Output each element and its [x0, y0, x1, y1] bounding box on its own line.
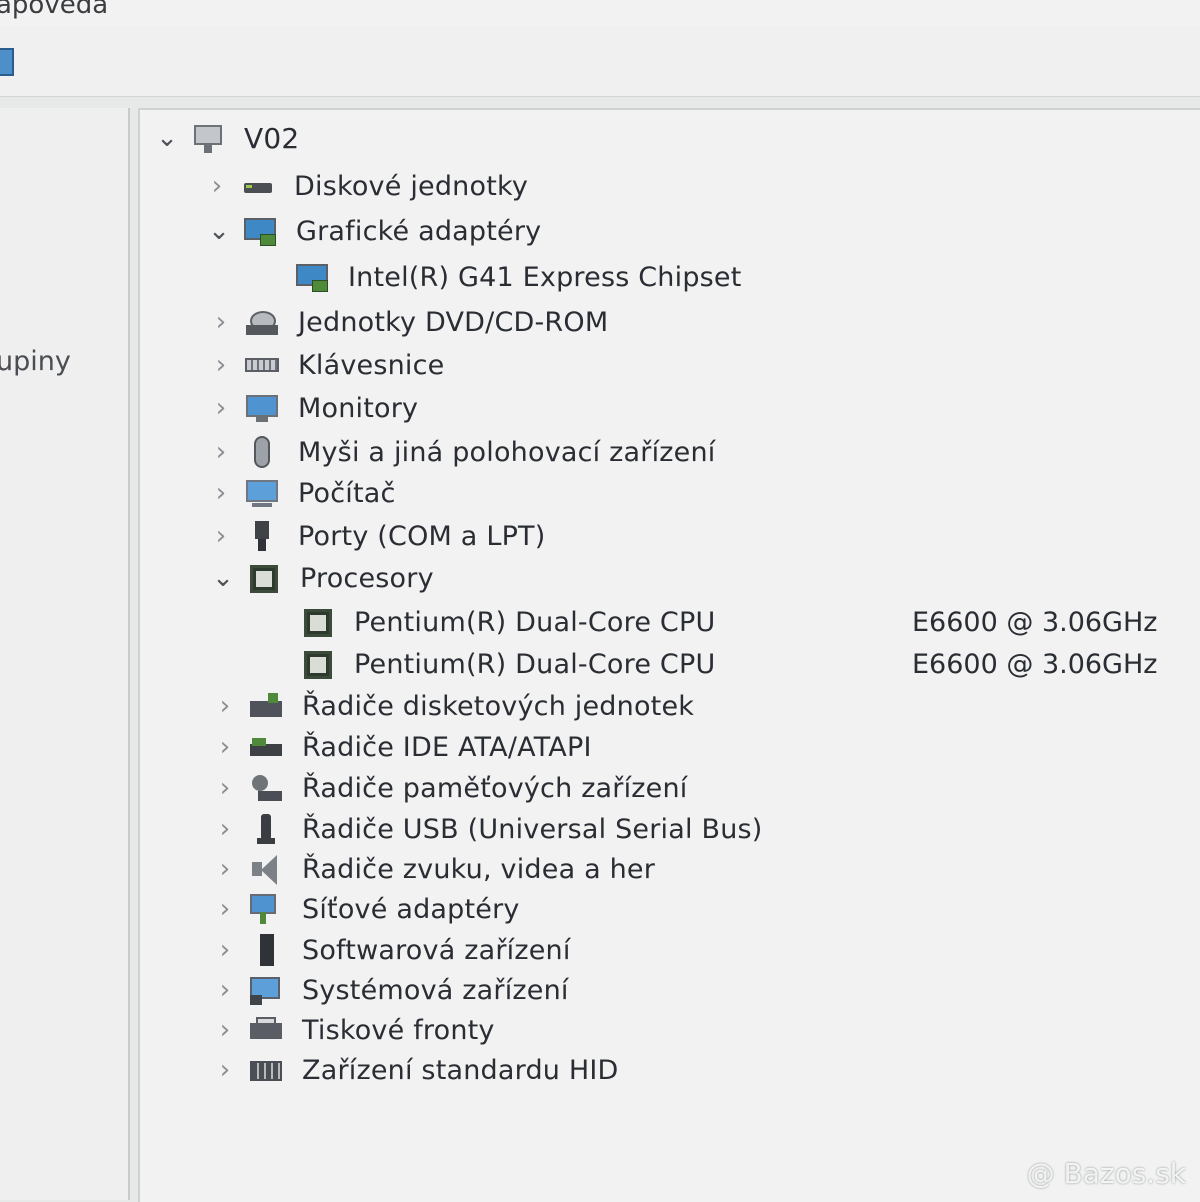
left-pane-text: upiny — [0, 346, 71, 377]
tree-item-label: Řadiče USB (Universal Serial Bus) — [302, 813, 763, 845]
tree-item-label: Řadiče disketových jednotek — [302, 690, 695, 722]
expand-chevron-icon[interactable]: › — [212, 935, 238, 965]
tree-item-cpu-2[interactable]: Pentium(R) Dual-Core CPU E6600 @ 3.06GHz — [300, 642, 1180, 686]
tree-item-floppy[interactable]: › Řadiče disketových jednotek — [212, 684, 694, 728]
tree-item-label: Klávesnice — [298, 349, 445, 381]
expand-chevron-icon[interactable]: › — [212, 1015, 238, 1045]
menu-help[interactable]: apověda — [0, 0, 108, 20]
tree-item-usb[interactable]: › Řadiče USB (Universal Serial Bus) — [212, 807, 763, 851]
tree-item-monitors[interactable]: › Monitory — [208, 386, 418, 430]
expand-chevron-icon[interactable]: › — [208, 437, 234, 467]
tree-item-gpu[interactable]: ⌄ Grafické adaptéry — [206, 209, 541, 253]
computer-root-icon — [190, 121, 226, 155]
monitor-icon — [244, 391, 280, 425]
tree-item-label: Monitory — [298, 392, 419, 424]
expand-chevron-icon[interactable]: › — [212, 732, 238, 762]
tree-item-gpu-device[interactable]: Intel(R) G41 Express Chipset — [294, 255, 742, 299]
processor-icon — [300, 605, 336, 639]
tree-item-disk[interactable]: › Diskové jednotky — [204, 164, 528, 208]
keyboard-icon — [244, 348, 280, 382]
printer-icon — [248, 1013, 284, 1047]
cpu-name: Pentium(R) Dual-Core CPU — [354, 606, 716, 638]
tree-item-label: Intel(R) G41 Express Chipset — [348, 261, 742, 293]
port-icon — [244, 519, 280, 553]
toolbar — [0, 26, 1200, 97]
tree-item-system[interactable]: › Systémová zařízení — [212, 968, 569, 1012]
storage-controller-icon — [248, 771, 284, 805]
tree-item-label: Jednotky DVD/CD-ROM — [298, 306, 609, 338]
tree-root[interactable]: ⌄ V02 — [154, 116, 299, 160]
cpu-model: E6600 @ 3.06GHz — [912, 648, 1158, 680]
display-adapter-icon — [294, 260, 330, 294]
tree-item-label: Softwarová zařízení — [302, 934, 571, 966]
expand-chevron-icon[interactable]: › — [208, 393, 234, 423]
expand-chevron-icon[interactable]: › — [212, 854, 238, 884]
computer-icon — [244, 476, 280, 510]
properties-icon[interactable] — [0, 48, 14, 76]
speaker-icon — [248, 852, 284, 886]
collapse-chevron-icon[interactable]: ⌄ — [206, 216, 232, 246]
expand-chevron-icon[interactable]: › — [212, 691, 238, 721]
hid-device-icon — [248, 1053, 284, 1087]
expand-chevron-icon[interactable]: › — [212, 1055, 238, 1085]
cpu-name: Pentium(R) Dual-Core CPU — [354, 648, 716, 680]
tree-item-keyboard[interactable]: › Klávesnice — [208, 343, 444, 387]
dvd-drive-icon — [244, 305, 280, 339]
usb-icon — [248, 812, 284, 846]
tree-item-processors[interactable]: ⌄ Procesory — [210, 556, 434, 600]
tree-item-network[interactable]: › Síťové adaptéry — [212, 887, 520, 931]
expand-chevron-icon[interactable]: › — [212, 814, 238, 844]
ide-controller-icon — [248, 730, 284, 764]
tree-item-computer[interactable]: › Počítač — [208, 471, 396, 515]
expand-chevron-icon[interactable]: › — [208, 521, 234, 551]
floppy-controller-icon — [248, 689, 284, 723]
tree-item-mice[interactable]: › Myši a jiná polohovací zařízení — [208, 430, 715, 474]
tree-item-cpu-1[interactable]: Pentium(R) Dual-Core CPU E6600 @ 3.06GHz — [300, 600, 1180, 644]
tree-item-label: Myši a jiná polohovací zařízení — [298, 436, 716, 468]
tree-item-label: Řadiče paměťových zařízení — [302, 772, 688, 804]
tree-root-label: V02 — [244, 121, 300, 155]
tree-item-ide[interactable]: › Řadiče IDE ATA/ATAPI — [212, 725, 592, 769]
tree-item-label: Systémová zařízení — [302, 974, 569, 1006]
collapse-chevron-icon[interactable]: ⌄ — [154, 123, 180, 153]
tree-item-dvd[interactable]: › Jednotky DVD/CD-ROM — [208, 300, 608, 344]
expand-chevron-icon[interactable]: › — [212, 975, 238, 1005]
menu-bar: apověda — [0, 0, 1200, 26]
network-adapter-icon — [248, 892, 284, 926]
processor-icon — [300, 647, 336, 681]
tree-item-hid[interactable]: › Zařízení standardu HID — [212, 1048, 619, 1092]
expand-chevron-icon[interactable]: › — [208, 307, 234, 337]
disk-drive-icon — [240, 169, 276, 203]
tree-item-label: Síťové adaptéry — [302, 893, 520, 925]
display-adapter-icon — [242, 214, 278, 248]
tree-item-storage[interactable]: › Řadiče paměťových zařízení — [212, 766, 688, 810]
cpu-model: E6600 @ 3.06GHz — [912, 606, 1158, 638]
left-pane: upiny — [0, 108, 130, 1200]
tree-item-label: Procesory — [300, 562, 434, 594]
tree-item-label: Grafické adaptéry — [296, 215, 542, 247]
tree-item-label: Řadiče zvuku, videa a her — [302, 853, 656, 885]
device-tree[interactable]: ⌄ V02 › Diskové jednotky ⌄ Grafické adap… — [138, 108, 1200, 1202]
expand-chevron-icon[interactable]: › — [204, 171, 230, 201]
processor-icon — [246, 561, 282, 595]
expand-chevron-icon[interactable]: › — [208, 478, 234, 508]
tree-item-label: Řadiče IDE ATA/ATAPI — [302, 731, 592, 763]
mouse-icon — [244, 435, 280, 469]
expand-chevron-icon[interactable]: › — [208, 350, 234, 380]
expand-chevron-icon[interactable]: › — [212, 773, 238, 803]
tree-item-ports[interactable]: › Porty (COM a LPT) — [208, 514, 545, 558]
tree-item-software[interactable]: › Softwarová zařízení — [212, 928, 571, 972]
tree-item-label: Zařízení standardu HID — [302, 1054, 619, 1086]
watermark: @ Bazos.sk — [1026, 1157, 1186, 1190]
expand-chevron-icon[interactable]: › — [212, 894, 238, 924]
tree-item-label: Porty (COM a LPT) — [298, 520, 546, 552]
tree-item-print[interactable]: › Tiskové fronty — [212, 1008, 495, 1052]
tree-item-label: Počítač — [298, 477, 396, 509]
software-device-icon — [248, 933, 284, 967]
collapse-chevron-icon[interactable]: ⌄ — [210, 563, 236, 593]
tree-item-label: Diskové jednotky — [294, 170, 529, 202]
tree-item-sound[interactable]: › Řadiče zvuku, videa a her — [212, 847, 655, 891]
tree-item-label: Tiskové fronty — [302, 1014, 495, 1046]
system-device-icon — [248, 973, 284, 1007]
